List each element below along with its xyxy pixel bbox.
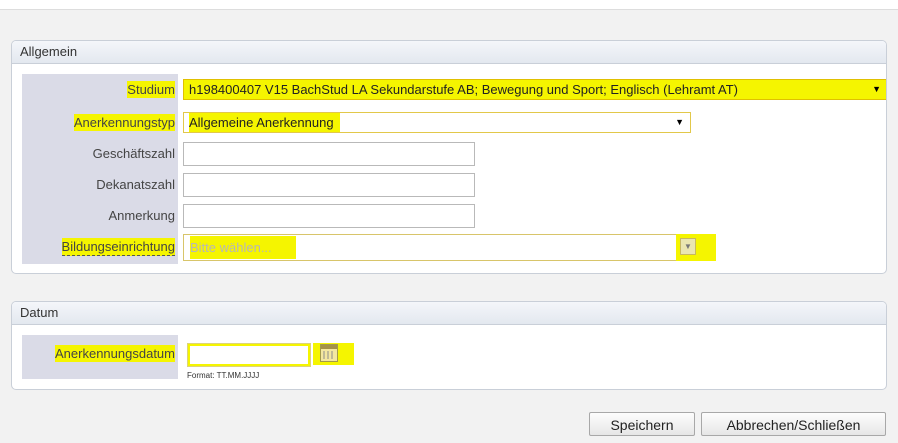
geschaeftszahl-label: Geschäftszahl bbox=[92, 146, 175, 161]
bildungseinrichtung-combobox[interactable]: Bitte wählen... ▼ bbox=[183, 234, 716, 261]
calendar-button[interactable] bbox=[313, 343, 354, 365]
studium-select[interactable]: h198400407 V15 BachStud LA Sekundarstufe… bbox=[183, 79, 886, 100]
anerkennungsdatum-input[interactable] bbox=[187, 343, 311, 367]
anerkennungsdatum-label: Anerkennungsdatum bbox=[55, 345, 175, 362]
combobox-toggle[interactable]: ▼ bbox=[676, 234, 716, 261]
row-studium: Studium h198400407 V15 BachStud LA Sekun… bbox=[22, 77, 886, 103]
dekanatszahl-label: Dekanatszahl bbox=[96, 177, 175, 192]
bildungseinrichtung-placeholder: Bitte wählen... bbox=[190, 236, 296, 259]
date-field[interactable] bbox=[190, 346, 308, 364]
row-anmerkung: Anmerkung bbox=[22, 203, 886, 229]
geschaeftszahl-input[interactable] bbox=[183, 142, 475, 166]
date-panel: Datum Anerkennungsdatum Format: TT.MM.JJ… bbox=[11, 301, 887, 390]
calendar-icon[interactable] bbox=[320, 344, 338, 362]
dropdown-arrow-icon: ▼ bbox=[680, 238, 696, 255]
row-anerkennungsdatum: Anerkennungsdatum Format: TT.MM.JJJJ bbox=[22, 340, 886, 384]
anerkennungstyp-select[interactable]: Allgemeine Anerkennung ▼ bbox=[183, 112, 691, 133]
anerkennungstyp-label: Anerkennungstyp bbox=[73, 114, 175, 131]
general-panel-title: Allgemein bbox=[12, 41, 886, 64]
date-format-hint: Format: TT.MM.JJJJ bbox=[187, 371, 260, 380]
save-button[interactable]: Speichern bbox=[589, 412, 695, 436]
anmerkung-label: Anmerkung bbox=[108, 208, 175, 223]
date-panel-title: Datum bbox=[12, 302, 886, 325]
row-geschaeftszahl: Geschäftszahl bbox=[22, 141, 886, 167]
top-bar bbox=[0, 0, 898, 10]
row-bildungseinrichtung: Bildungseinrichtung Bitte wählen... ▼ bbox=[22, 234, 886, 261]
dropdown-arrow-icon: ▼ bbox=[675, 117, 684, 127]
dropdown-arrow-icon: ▼ bbox=[872, 84, 881, 94]
row-dekanatszahl: Dekanatszahl bbox=[22, 172, 886, 198]
studium-label: Studium bbox=[127, 81, 175, 98]
cancel-close-button[interactable]: Abbrechen/Schließen bbox=[701, 412, 886, 436]
bildungseinrichtung-label: Bildungseinrichtung bbox=[61, 238, 175, 256]
anmerkung-input[interactable] bbox=[183, 204, 475, 228]
dekanatszahl-input[interactable] bbox=[183, 173, 475, 197]
general-panel: Allgemein Studium h198400407 V15 BachStu… bbox=[11, 40, 887, 274]
row-anerkennungstyp: Anerkennungstyp Allgemeine Anerkennung ▼ bbox=[22, 110, 886, 136]
